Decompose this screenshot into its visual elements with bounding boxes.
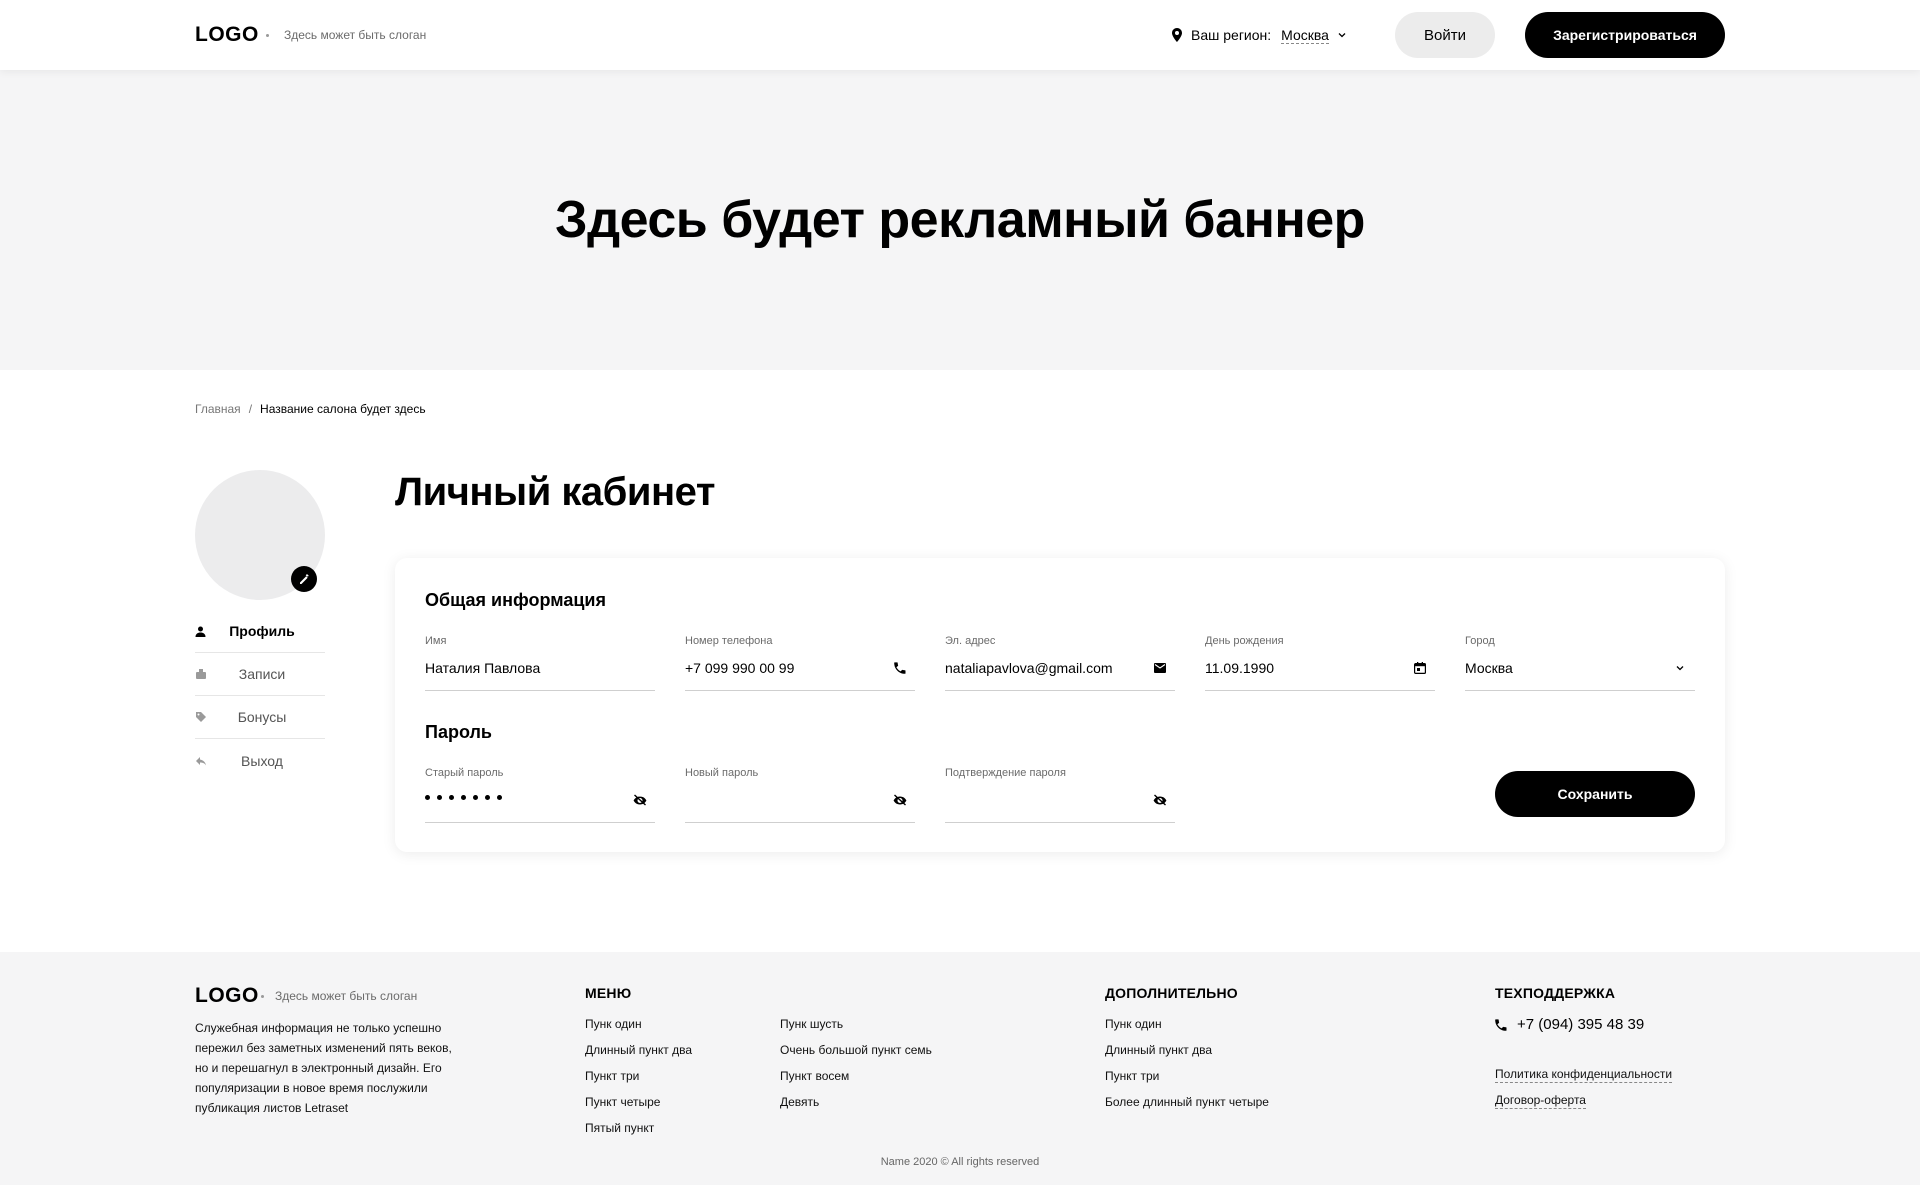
footer-link[interactable]: Пунк шусть: [780, 1016, 932, 1042]
phone-icon: [1495, 1018, 1507, 1031]
ad-banner[interactable]: Здесь будет рекламный баннер: [0, 70, 1920, 370]
field-label: Номер телефона: [685, 635, 773, 647]
header-logo[interactable]: LOGO: [195, 23, 259, 47]
sidebar-item-exit[interactable]: Выход: [195, 739, 325, 782]
breadcrumb: Главная / Название салона будет здесь: [195, 402, 426, 416]
phone-field[interactable]: Номер телефона +7 099 990 00 99: [685, 635, 915, 691]
footer-link[interactable]: Пункт восем: [780, 1068, 932, 1094]
eye-off-icon[interactable]: [1153, 793, 1167, 807]
user-icon: [195, 624, 209, 638]
breadcrumb-separator: /: [248, 402, 253, 416]
chevron-down-icon[interactable]: [1673, 661, 1687, 675]
phone-icon: [893, 661, 907, 675]
copyright: Name 2020 © All rights reserved: [880, 1156, 1040, 1168]
confirm-password-field[interactable]: Подтверждение пароля: [945, 767, 1175, 823]
city-field[interactable]: Город Москва: [1465, 635, 1695, 691]
field-label: Новый пароль: [685, 767, 759, 779]
mail-icon: [1153, 661, 1167, 675]
footer-link[interactable]: Пункт четыре: [585, 1094, 692, 1120]
pencil-icon: [299, 573, 309, 584]
page-title: Личный кабинет: [395, 470, 715, 514]
banner-text: Здесь будет рекламный баннер: [555, 191, 1365, 249]
calendar-icon[interactable]: [1413, 661, 1427, 675]
old-password-field[interactable]: Старый пароль: [425, 767, 655, 823]
chevron-down-icon[interactable]: [1337, 30, 1347, 40]
records-icon: [195, 667, 209, 681]
new-password-field[interactable]: Новый пароль: [685, 767, 915, 823]
sidebar-item-label: Профиль: [229, 623, 295, 639]
password-title: Пароль: [425, 722, 492, 742]
eye-off-icon[interactable]: [633, 793, 647, 807]
footer-link[interactable]: Девять: [780, 1094, 932, 1120]
footer-extra-list: Пунк один Длинный пункт два Пункт три Бо…: [1105, 1016, 1269, 1120]
location-pin-icon: [1172, 28, 1182, 42]
footer-link[interactable]: Пунк один: [585, 1016, 692, 1042]
profile-card: Общая информация Имя Наталия Павлова Ном…: [395, 558, 1725, 852]
field-label: Эл. адрес: [945, 635, 996, 647]
footer-extra-title: ДОПОЛНИТЕЛЬНО: [1105, 985, 1238, 1001]
general-info-title: Общая информация: [425, 590, 606, 610]
slogan-dot: [261, 995, 264, 998]
register-button[interactable]: Зарегистрироваться: [1525, 12, 1725, 58]
tag-icon: [195, 710, 209, 724]
footer-link[interactable]: Очень большой пункт семь: [780, 1042, 932, 1068]
birthday-field[interactable]: День рождения 11.09.1990: [1205, 635, 1435, 691]
slogan-dot: [266, 34, 269, 37]
name-input[interactable]: Наталия Павлова: [425, 660, 540, 676]
footer-link[interactable]: Пунк один: [1105, 1016, 1269, 1042]
region-selector[interactable]: Ваш регион: Москва: [1171, 26, 1347, 44]
site-header: LOGO Здесь может быть слоган Ваш регион:…: [0, 0, 1920, 70]
offer-agreement-link[interactable]: Договор-оферта: [1495, 1093, 1586, 1109]
sidebar-item-profile[interactable]: Профиль: [195, 610, 325, 653]
footer-link[interactable]: Пятый пункт: [585, 1120, 692, 1146]
email-field[interactable]: Эл. адрес nataliapavlova@gmail.com: [945, 635, 1175, 691]
footer-link[interactable]: Пункт три: [1105, 1068, 1269, 1094]
field-label: Город: [1465, 635, 1495, 647]
name-field[interactable]: Имя Наталия Павлова: [425, 635, 655, 691]
region-label: Ваш регион:: [1191, 27, 1272, 43]
sidebar-item-label: Записи: [238, 666, 286, 682]
old-password-input[interactable]: [425, 795, 502, 800]
save-button[interactable]: Сохранить: [1495, 771, 1695, 817]
field-label: День рождения: [1205, 635, 1284, 647]
sidebar-item-bonuses[interactable]: Бонусы: [195, 696, 325, 739]
breadcrumb-current: Название салона будет здесь: [260, 402, 426, 416]
footer-menu-col1: Пунк один Длинный пункт два Пункт три Пу…: [585, 1016, 692, 1146]
footer-support-title: ТЕХПОДДЕРЖКА: [1495, 985, 1616, 1001]
city-select[interactable]: Москва: [1465, 660, 1513, 676]
eye-off-icon[interactable]: [893, 793, 907, 807]
login-button[interactable]: Войти: [1395, 12, 1495, 58]
footer-link[interactable]: Длинный пункт два: [585, 1042, 692, 1068]
sidebar-item-records[interactable]: Записи: [195, 653, 325, 696]
footer-link[interactable]: Длинный пункт два: [1105, 1042, 1269, 1068]
header-slogan: Здесь может быть слоган: [284, 28, 427, 42]
footer-slogan: Здесь может быть слоган: [275, 989, 418, 1003]
field-label: Имя: [425, 635, 447, 647]
support-phone[interactable]: +7 (094) 395 48 39: [1495, 1016, 1644, 1033]
site-footer: LOGO Здесь может быть слоган Служебная и…: [0, 952, 1920, 1185]
email-input[interactable]: nataliapavlova@gmail.com: [945, 660, 1113, 676]
sidebar-item-label: Выход: [241, 752, 283, 769]
field-label: Старый пароль: [425, 767, 504, 779]
footer-about: Служебная информация не только успешно п…: [195, 1021, 452, 1115]
avatar-edit-button[interactable]: [291, 566, 317, 592]
footer-menu-col2: Пунк шусть Очень большой пункт семь Пунк…: [780, 1016, 932, 1120]
birthday-input[interactable]: 11.09.1990: [1205, 660, 1274, 676]
footer-logo[interactable]: LOGO: [195, 984, 259, 1008]
exit-icon: [195, 754, 209, 768]
footer-menu-title: МЕНЮ: [585, 985, 632, 1001]
support-phone-number: +7 (094) 395 48 39: [1517, 1016, 1645, 1033]
field-label: Подтверждение пароля: [945, 767, 1066, 779]
breadcrumb-home[interactable]: Главная: [195, 402, 241, 416]
footer-link[interactable]: Пункт три: [585, 1068, 692, 1094]
region-value[interactable]: Москва: [1281, 27, 1329, 44]
footer-link[interactable]: Более длинный пункт четыре: [1105, 1094, 1269, 1120]
privacy-policy-link[interactable]: Политика конфиденциальности: [1495, 1067, 1673, 1083]
sidebar-item-label: Бонусы: [237, 709, 287, 725]
phone-input[interactable]: +7 099 990 00 99: [685, 660, 794, 676]
